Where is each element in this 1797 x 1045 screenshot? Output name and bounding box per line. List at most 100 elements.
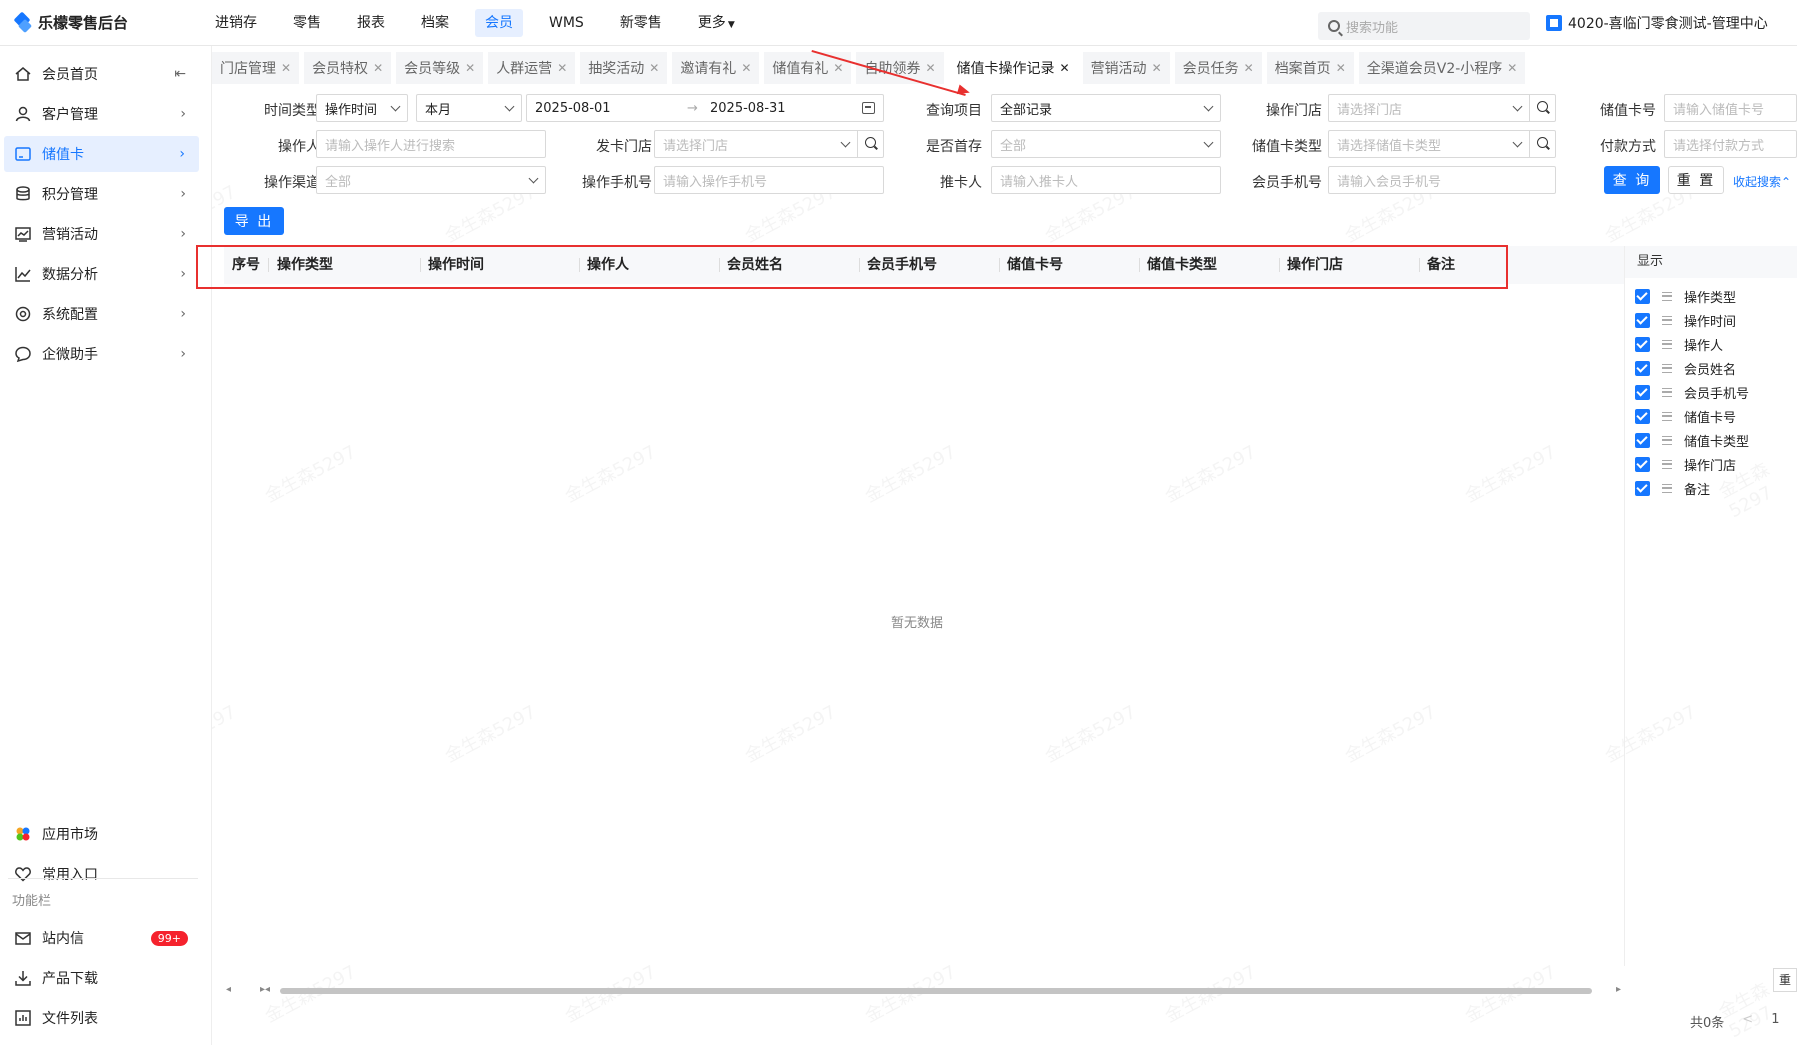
scroll-left-icon[interactable]: ◂	[226, 984, 231, 995]
drag-handle-icon[interactable]	[1662, 435, 1672, 445]
column-toggle-member-name[interactable]: 会员姓名	[1635, 358, 1736, 378]
first-deposit-select[interactable]: 全部	[991, 130, 1221, 158]
column-toggle-remarks[interactable]: 备注	[1635, 478, 1710, 498]
topnav-item-inventory[interactable]: 进销存	[205, 9, 267, 37]
drag-handle-icon[interactable]	[1662, 291, 1672, 301]
collapse-search-link[interactable]: 收起搜索⌃	[1733, 173, 1791, 190]
checkbox-checked-icon[interactable]	[1635, 384, 1650, 400]
drag-handle-icon[interactable]	[1662, 339, 1672, 349]
scroll-right-icon[interactable]: ▸	[1616, 984, 1621, 995]
search-icon[interactable]	[1529, 95, 1555, 121]
topnav-item-new-retail[interactable]: 新零售	[610, 9, 672, 37]
close-icon[interactable]: ✕	[1507, 61, 1517, 75]
drag-handle-icon[interactable]	[1662, 459, 1672, 469]
period-select[interactable]: 本月	[416, 94, 522, 122]
reset-button[interactable]: 重 置	[1668, 166, 1724, 194]
date-range-picker[interactable]: 2025-08-01 → 2025-08-31	[526, 94, 884, 122]
issue-store-select[interactable]: 请选择门店	[654, 130, 884, 158]
tab-member-tasks[interactable]: 会员任务 ✕	[1174, 52, 1262, 84]
column-toggle-op-time[interactable]: 操作时间	[1635, 310, 1736, 330]
app-logo[interactable]: 乐檬零售后台	[0, 12, 205, 33]
close-icon[interactable]: ✕	[649, 61, 659, 75]
checkbox-checked-icon[interactable]	[1635, 336, 1650, 352]
tab-member-privileges[interactable]: 会员特权 ✕	[304, 52, 392, 84]
sidebar-item-favorites[interactable]: 常用入口	[0, 856, 200, 892]
drag-handle-icon[interactable]	[1662, 387, 1672, 397]
tab-archive-home[interactable]: 档案首页 ✕	[1266, 52, 1354, 84]
tab-card-operation-records[interactable]: 储值卡操作记录 ✕	[948, 52, 1078, 84]
column-toggle-operator[interactable]: 操作人	[1635, 334, 1723, 354]
tab-omnichannel-member[interactable]: 全渠道会员V2-小程序 ✕	[1358, 52, 1526, 84]
checkbox-checked-icon[interactable]	[1635, 456, 1650, 472]
close-icon[interactable]: ✕	[1244, 61, 1254, 75]
function-search[interactable]: 搜索功能	[1318, 12, 1530, 40]
page-number[interactable]: 1	[1771, 1012, 1779, 1031]
close-icon[interactable]: ✕	[925, 61, 935, 75]
column-toggle-store[interactable]: 操作门店	[1635, 454, 1736, 474]
card-no-input[interactable]: 请输入储值卡号	[1664, 94, 1797, 122]
topnav-item-more[interactable]: 更多 ▼	[688, 9, 745, 37]
close-icon[interactable]: ✕	[741, 61, 751, 75]
sidebar-item-member-home[interactable]: 会员首页 ⇤	[0, 56, 200, 92]
drag-handle-icon[interactable]	[1662, 483, 1672, 493]
column-toggle-card-type[interactable]: 储值卡类型	[1635, 430, 1749, 450]
topnav-item-retail[interactable]: 零售	[283, 9, 331, 37]
close-icon[interactable]: ✕	[1152, 61, 1162, 75]
scroll-right-icon[interactable]: ▸◂	[260, 984, 270, 995]
topnav-item-archive[interactable]: 档案	[411, 9, 459, 37]
tab-member-levels[interactable]: 会员等级 ✕	[396, 52, 484, 84]
card-type-select[interactable]: 请选择储值卡类型	[1328, 130, 1556, 158]
store-select[interactable]: 请选择门店	[1328, 94, 1556, 122]
checkbox-checked-icon[interactable]	[1635, 360, 1650, 376]
close-icon[interactable]: ✕	[465, 61, 475, 75]
topnav-item-wms[interactable]: WMS	[539, 9, 594, 37]
column-toggle-card-no[interactable]: 储值卡号	[1635, 406, 1736, 426]
tab-marketing[interactable]: 营销活动 ✕	[1082, 52, 1170, 84]
export-button[interactable]: 导 出	[224, 207, 284, 235]
column-reset-button[interactable]: 重	[1773, 968, 1797, 992]
topnav-item-member[interactable]: 会员	[475, 8, 523, 37]
tab-crowd-ops[interactable]: 人群运营 ✕	[488, 52, 576, 84]
sidebar-item-points[interactable]: 积分管理 ›	[0, 176, 200, 212]
sidebar-item-marketing[interactable]: 营销活动 ›	[0, 216, 200, 252]
operator-phone-input[interactable]: 请输入操作手机号	[654, 166, 884, 194]
horizontal-scrollbar[interactable]	[280, 988, 1592, 994]
channel-select[interactable]: 全部	[316, 166, 546, 194]
search-icon[interactable]	[857, 131, 883, 157]
operator-input[interactable]: 请输入操作人进行搜索	[316, 130, 546, 158]
sidebar-item-wecom-assistant[interactable]: 企微助手 ›	[0, 336, 200, 372]
sidebar-item-app-market[interactable]: 应用市场	[0, 816, 200, 852]
checkbox-checked-icon[interactable]	[1635, 432, 1650, 448]
tab-lottery[interactable]: 抽奖活动 ✕	[580, 52, 668, 84]
sidebar-item-stored-value-card[interactable]: 储值卡 ›	[4, 136, 199, 172]
column-toggle-op-type[interactable]: 操作类型	[1635, 286, 1736, 306]
prev-page-icon[interactable]: <	[1742, 1012, 1753, 1031]
tab-invite-rewards[interactable]: 邀请有礼 ✕	[672, 52, 760, 84]
checkbox-checked-icon[interactable]	[1635, 288, 1650, 304]
topnav-item-reports[interactable]: 报表	[347, 9, 395, 37]
sidebar-item-messages[interactable]: 站内信 99+	[0, 920, 200, 956]
checkbox-checked-icon[interactable]	[1635, 480, 1650, 496]
org-switcher[interactable]: 4020-喜临门零食测试-管理中心	[1546, 13, 1768, 33]
close-icon[interactable]: ✕	[833, 61, 843, 75]
drag-handle-icon[interactable]	[1662, 411, 1672, 421]
close-icon[interactable]: ✕	[1336, 61, 1346, 75]
close-icon[interactable]: ✕	[373, 61, 383, 75]
sidebar-item-analytics[interactable]: 数据分析 ›	[0, 256, 200, 292]
sidebar-item-system-config[interactable]: 系统配置 ›	[0, 296, 200, 332]
time-type-select[interactable]: 操作时间	[316, 94, 408, 122]
sidebar-item-customer[interactable]: 客户管理 ›	[0, 96, 200, 132]
close-icon[interactable]: ✕	[1060, 61, 1070, 75]
checkbox-checked-icon[interactable]	[1635, 312, 1650, 328]
close-icon[interactable]: ✕	[281, 61, 291, 75]
pay-method-select[interactable]: 请选择付款方式	[1664, 130, 1797, 158]
drag-handle-icon[interactable]	[1662, 315, 1672, 325]
tab-store-management[interactable]: 门店管理 ✕	[212, 52, 300, 84]
search-icon[interactable]	[1529, 131, 1555, 157]
collapse-sidebar-icon[interactable]: ⇤	[174, 66, 186, 82]
referrer-input[interactable]: 请输入推卡人	[991, 166, 1221, 194]
sidebar-item-downloads[interactable]: 产品下载	[0, 960, 200, 996]
sidebar-item-file-list[interactable]: 文件列表	[0, 1000, 200, 1036]
close-icon[interactable]: ✕	[557, 61, 567, 75]
query-item-select[interactable]: 全部记录	[991, 94, 1221, 122]
